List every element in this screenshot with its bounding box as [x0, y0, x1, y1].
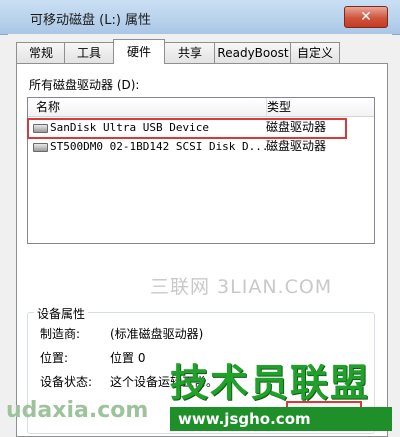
drive-icon	[33, 124, 48, 133]
location-value: 位置 0	[110, 351, 146, 365]
title-bar: 可移动磁盘 (L:) 属性 ✕	[0, 0, 400, 35]
watermark-3lian: 三联网 3LIAN.COM	[150, 276, 333, 298]
drive-name: SanDisk Ultra USB Device	[50, 121, 209, 134]
tab-general[interactable]: 常规	[16, 42, 66, 63]
device-status-label: 设备状态:	[40, 375, 93, 389]
tab-sharing[interactable]: 共享	[164, 42, 216, 63]
list-header: 名称 类型	[28, 98, 374, 117]
location-label: 位置:	[40, 351, 69, 365]
drive-type: 磁盘驱动器	[266, 139, 327, 153]
tab-readyboost[interactable]: ReadyBoost	[214, 42, 292, 63]
window-title: 可移动磁盘 (L:) 属性	[30, 13, 152, 28]
tab-customize[interactable]: 自定义	[290, 42, 340, 63]
watermark-udaxia: udaxia.com	[6, 398, 149, 423]
drive-name: ST500DM0 02-1BD142 SCSI Disk D...	[50, 140, 269, 153]
manufacturer-value: (标准磁盘驱动器)	[110, 327, 204, 341]
drive-list[interactable]: 名称 类型 SanDisk Ultra USB Device 磁盘驱动器 ST5…	[27, 97, 375, 244]
drive-icon	[33, 143, 48, 152]
watermark-url: www.jsgho.com	[170, 407, 392, 431]
column-header-name[interactable]: 名称	[28, 98, 267, 116]
drive-type: 磁盘驱动器	[266, 120, 327, 134]
column-header-type[interactable]: 类型	[259, 98, 367, 116]
drives-label: 所有磁盘驱动器 (D):	[29, 78, 140, 92]
manufacturer-label: 制造商:	[40, 327, 81, 341]
close-button[interactable]: ✕	[344, 6, 388, 28]
tab-tools[interactable]: 工具	[64, 42, 114, 63]
tab-hardware[interactable]: 硬件	[113, 39, 165, 64]
watermark-logo: 技术员联盟	[170, 361, 371, 405]
drive-row[interactable]: SanDisk Ultra USB Device 磁盘驱动器	[27, 118, 374, 139]
drive-row[interactable]: ST500DM0 02-1BD142 SCSI Disk D... 磁盘驱动器	[28, 138, 374, 155]
device-properties-title: 设备属性	[34, 305, 89, 322]
